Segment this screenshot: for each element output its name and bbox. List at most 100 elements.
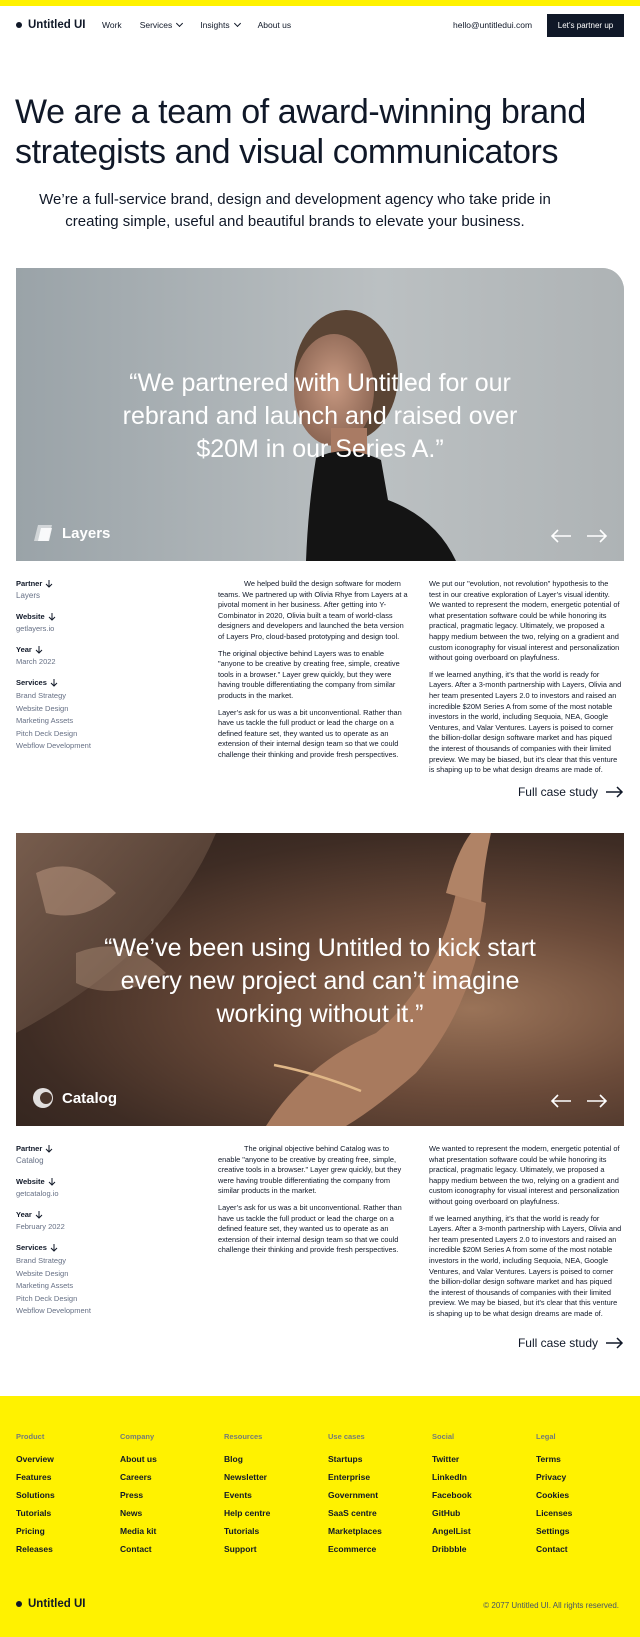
chevron-down-icon (176, 19, 184, 28)
arrow-down-icon (45, 579, 53, 588)
chevron-down-icon (233, 19, 241, 28)
website-link[interactable]: getlayers.io (16, 624, 186, 633)
services-label: Services (16, 678, 186, 687)
footer-link[interactable]: Ecommerce (328, 1540, 382, 1558)
service-item: Pitch Deck Design (16, 1293, 78, 1303)
footer-link[interactable]: Cookies (536, 1486, 572, 1504)
client-brand-name: Catalog (62, 1089, 118, 1107)
footer-logo[interactable]: Untitled UI (16, 1598, 86, 1610)
footer-link[interactable]: Startups (328, 1450, 382, 1468)
footer-logo-text: Untitled UI (28, 1598, 86, 1610)
arrow-right-icon[interactable] (586, 529, 608, 543)
footer-link[interactable]: SaaS centre (328, 1504, 382, 1522)
full-case-study-link[interactable]: Full case study (518, 785, 624, 799)
year-label: Year (16, 645, 186, 654)
case-study-details-catalog: Partner Catalog Website getcatalog.io Ye… (16, 1144, 624, 1364)
footer-link[interactable]: Support (224, 1540, 270, 1558)
footer-link[interactable]: Privacy (536, 1468, 572, 1486)
arrow-down-icon (50, 1243, 58, 1252)
case-paragraph: If we learned anything, it’s that the wo… (429, 1213, 622, 1318)
case-body-column: We helped build the design software for … (218, 579, 411, 767)
footer-link[interactable]: Licenses (536, 1504, 572, 1522)
testimonial-quote: “We’ve been using Untitled to kick start… (104, 934, 536, 1028)
nav-link-services[interactable]: Services (139, 19, 184, 30)
case-study-image-catalog: “We’ve been using Untitled to kick start… (16, 833, 624, 1126)
client-brand-name: Layers (62, 524, 111, 542)
footer-link[interactable]: About us (120, 1450, 157, 1468)
nav-link-label: About us (257, 20, 292, 30)
arrow-left-icon[interactable] (550, 1094, 572, 1108)
footer-link[interactable]: Newsletter (224, 1468, 270, 1486)
footer-column-social: Social Twitter LinkedIn Facebook GitHub … (432, 1432, 472, 1558)
footer-link[interactable]: AngelList (432, 1522, 472, 1540)
arrow-down-icon (50, 678, 58, 687)
nav-link-insights[interactable]: Insights (200, 19, 241, 30)
footer-link[interactable]: LinkedIn (432, 1468, 472, 1486)
footer-link[interactable]: Contact (120, 1540, 157, 1558)
partner-label: Partner (16, 579, 186, 588)
testimonial-quote: “We partnered with Untitled for our rebr… (122, 369, 518, 463)
footer-link[interactable]: GitHub (432, 1504, 472, 1522)
footer-link[interactable]: Tutorials (224, 1522, 270, 1540)
arrow-right-icon[interactable] (586, 1094, 608, 1108)
full-case-study-link[interactable]: Full case study (518, 1336, 624, 1350)
year-label: Year (16, 1210, 186, 1219)
service-item: Marketing Assets (16, 1281, 74, 1290)
footer-link[interactable]: Dribbble (432, 1540, 472, 1558)
footer-column-product: Product Overview Features Solutions Tuto… (16, 1432, 55, 1558)
footer-link[interactable]: Solutions (16, 1486, 55, 1504)
layers-logo-icon (34, 525, 52, 541)
logo[interactable]: Untitled UI (16, 19, 86, 31)
footer-link[interactable]: Careers (120, 1468, 157, 1486)
catalog-logo-icon (33, 1088, 53, 1108)
footer-link[interactable]: Tutorials (16, 1504, 55, 1522)
case-paragraph: Layer’s ask for us was a bit unconventio… (218, 707, 402, 759)
arrow-right-icon (606, 1337, 624, 1349)
footer-link[interactable]: Press (120, 1486, 157, 1504)
contact-email-link[interactable]: hello@untitledui.com (453, 20, 532, 30)
website-label: Website (16, 1177, 186, 1186)
nav-link-label: Services (139, 20, 173, 30)
service-item: Website Design (16, 1268, 69, 1278)
nav-link-about[interactable]: About us (258, 20, 292, 30)
client-brand-layers: Layers (32, 522, 110, 544)
footer-link[interactable]: Pricing (16, 1522, 55, 1540)
arrow-down-icon (48, 612, 55, 621)
footer-link[interactable]: Settings (536, 1522, 572, 1540)
case-paragraph: The original objective behind Layers was… (218, 648, 400, 700)
footer-column-heading: Legal (536, 1432, 556, 1441)
case-paragraph: Layer’s ask for us was a bit unconventio… (218, 1202, 402, 1255)
footer-link[interactable]: Releases (16, 1540, 55, 1558)
footer-link[interactable]: Events (224, 1486, 270, 1504)
arrow-left-icon[interactable] (550, 529, 572, 543)
footer-link[interactable]: Overview (16, 1450, 55, 1468)
footer-link[interactable]: Marketplaces (328, 1522, 382, 1540)
nav-links: Work Services Insights About us (102, 19, 292, 30)
partner-up-button[interactable]: Let’s partner up (547, 14, 624, 37)
footer-link[interactable]: Help centre (224, 1504, 270, 1522)
footer-link[interactable]: Terms (536, 1450, 572, 1468)
footer-link[interactable]: News (120, 1504, 157, 1522)
footer-link[interactable]: Facebook (432, 1486, 472, 1504)
client-brand-catalog: Catalog (32, 1087, 117, 1109)
footer-link[interactable]: Enterprise (328, 1468, 382, 1486)
footer: Product Overview Features Solutions Tuto… (0, 1396, 640, 1637)
footer-link[interactable]: Twitter (432, 1450, 472, 1468)
footer-link[interactable]: Blog (224, 1450, 270, 1468)
service-item: Pitch Deck Design (16, 728, 78, 738)
logo-mark-icon (16, 22, 22, 28)
website-link[interactable]: getcatalog.io (16, 1189, 186, 1198)
arrow-down-icon (35, 1210, 43, 1219)
copyright-text: © 2077 Untitled UI. All rights reserved. (483, 1601, 619, 1610)
case-meta: Partner Layers Website getlayers.io Year… (16, 579, 186, 765)
footer-link[interactable]: Government (328, 1486, 382, 1504)
nav-link-work[interactable]: Work (102, 20, 122, 30)
footer-link[interactable]: Contact (536, 1540, 572, 1558)
footer-link[interactable]: Media kit (120, 1522, 157, 1540)
logo-mark-icon (16, 1601, 22, 1607)
footer-column-heading: Product (16, 1432, 45, 1441)
case-paragraph: If we learned anything, it’s that the wo… (429, 669, 622, 775)
footer-link[interactable]: Features (16, 1468, 55, 1486)
footer-column-use-cases: Use cases Startups Enterprise Government… (328, 1432, 382, 1558)
carousel-controls (550, 1094, 608, 1108)
